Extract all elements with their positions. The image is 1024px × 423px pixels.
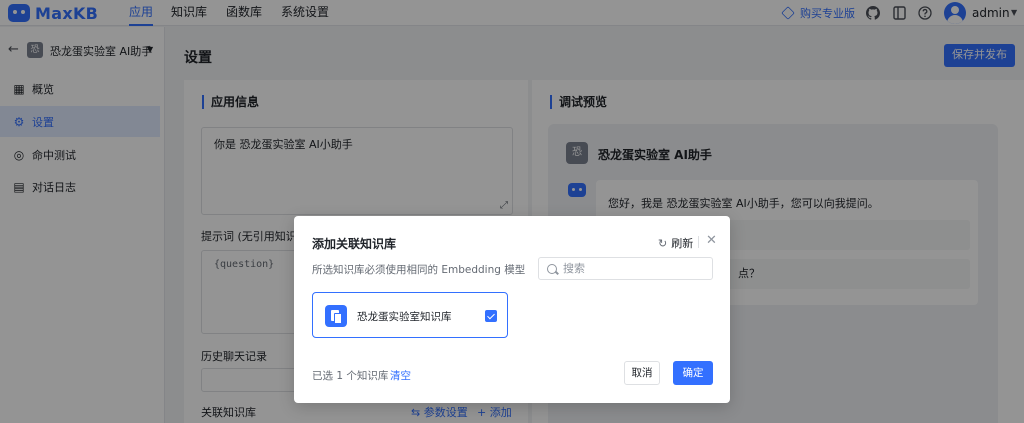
confirm-button[interactable]: 确定 [673,361,713,385]
selected-count: 已选 1 个知识库 [312,370,389,382]
dialog-hint: 所选知识库必须使用相同的 Embedding 模型 [312,264,526,276]
document-icon [325,305,347,327]
kb-name: 恐龙蛋实验室知识库 [357,311,452,323]
cancel-button[interactable]: 取消 [624,361,660,385]
search-input[interactable] [563,262,703,275]
dialog-title: 添加关联知识库 [312,237,397,251]
refresh-icon: ↻ [658,236,668,250]
kb-card[interactable]: 恐龙蛋实验室知识库 [312,292,508,338]
clear-link[interactable]: 清空 [390,368,411,383]
divider [698,236,699,248]
refresh-label: 刷新 [671,237,694,250]
kb-checkbox[interactable] [485,310,497,322]
close-icon[interactable]: ✕ [706,233,717,248]
add-kb-dialog: 添加关联知识库 ↻ 刷新 ✕ 所选知识库必须使用相同的 Embedding 模型… [294,216,730,403]
search-field[interactable] [538,257,713,280]
search-icon [547,263,557,274]
refresh-button[interactable]: ↻ 刷新 [658,235,693,251]
